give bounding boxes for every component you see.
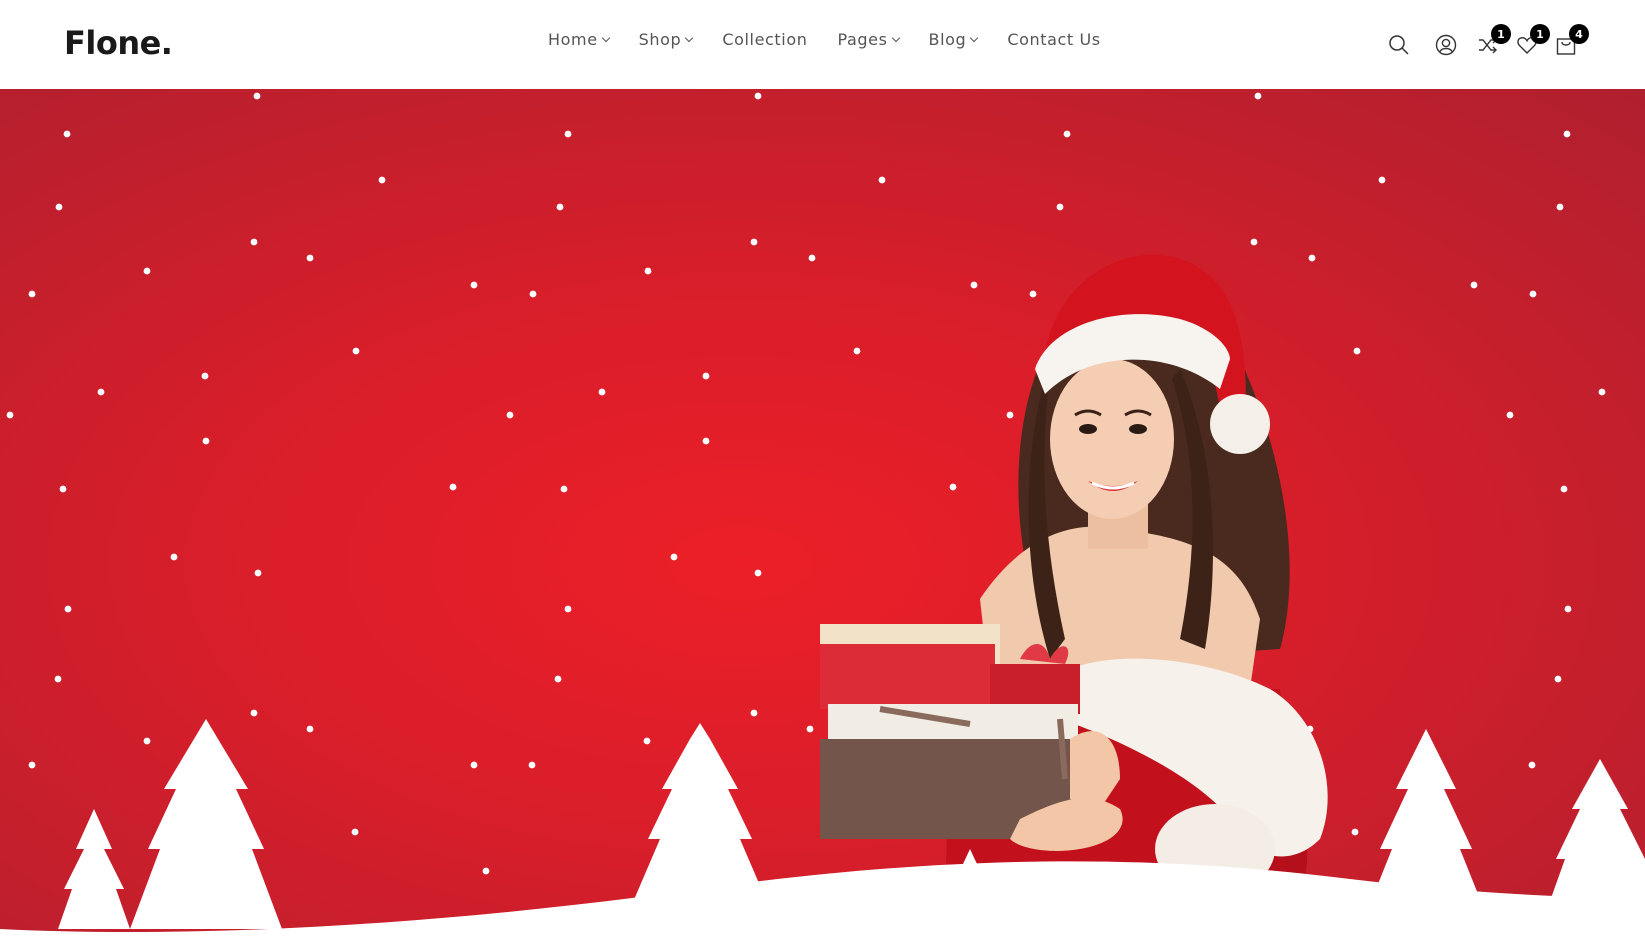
cart-button[interactable]: 4 <box>1553 24 1589 62</box>
search-icon <box>1389 35 1409 55</box>
account-button[interactable] <box>1433 28 1463 62</box>
snowflake-dot <box>750 238 758 246</box>
wishlist-count-badge: 1 <box>1530 24 1550 44</box>
nav-item-contact[interactable]: Contact Us <box>1007 30 1100 49</box>
snowflake-dot <box>754 569 762 577</box>
compare-button[interactable]: 1 <box>1475 24 1511 62</box>
snowflake-dot <box>97 388 105 396</box>
snowflake-dot <box>1063 130 1071 138</box>
snowflake-dot <box>1564 605 1572 613</box>
snowflake-dot <box>1560 485 1568 493</box>
snowflake-dot <box>754 92 762 100</box>
nav-item-collection[interactable]: Collection <box>722 30 807 49</box>
snowflake-dot <box>352 347 360 355</box>
snowflake-dot <box>202 437 210 445</box>
snowflake-dot <box>564 605 572 613</box>
snowflake-dot <box>170 553 178 561</box>
nav-item-label: Contact Us <box>1007 30 1101 49</box>
snowflake-dot <box>564 130 572 138</box>
snowflake-dot <box>1470 281 1478 289</box>
wishlist-button[interactable]: 1 <box>1514 24 1550 62</box>
snowflake-dot <box>254 569 262 577</box>
nav-item-pages[interactable]: Pages <box>837 30 900 49</box>
snowflake-dot <box>201 372 209 380</box>
site-header: Flone. Home Shop Collection Pages Blog C… <box>0 0 1645 89</box>
snowflake-dot <box>702 372 710 380</box>
snowflake-dot <box>670 553 678 561</box>
nav-item-label: Pages <box>837 30 888 49</box>
snowflake-dot <box>1506 411 1514 419</box>
chevron-down-icon <box>685 33 694 43</box>
chevron-down-icon <box>970 33 979 43</box>
cart-count-badge: 4 <box>1569 24 1589 44</box>
snowflake-dot <box>644 267 652 275</box>
nav-item-label: Home <box>548 30 598 49</box>
nav-item-blog[interactable]: Blog <box>928 30 979 49</box>
nav-item-label: Collection <box>722 30 808 49</box>
snowflake-dot <box>378 176 386 184</box>
snowflake-dot <box>808 254 816 262</box>
snowflake-dot <box>1378 176 1386 184</box>
chevron-down-icon <box>601 33 610 43</box>
snowflake-dot <box>1056 203 1064 211</box>
snowflake-dot <box>878 176 886 184</box>
snowflake-dot <box>556 203 564 211</box>
search-button[interactable] <box>1386 28 1416 62</box>
hero-banner <box>0 89 1645 952</box>
snowflake-dot <box>1254 92 1262 100</box>
main-nav: Home Shop Collection Pages Blog Contact … <box>548 30 1131 49</box>
snowflake-dot <box>470 281 478 289</box>
compare-count-badge: 1 <box>1491 24 1511 44</box>
snowflake-dot <box>63 130 71 138</box>
snowflake-dot <box>560 485 568 493</box>
nav-item-label: Blog <box>928 30 967 49</box>
snowflake-dot <box>506 411 514 419</box>
user-icon <box>1435 34 1457 56</box>
snowflake-dot <box>449 483 457 491</box>
snowflake-dot <box>6 411 14 419</box>
snowflake-dot <box>702 437 710 445</box>
snowy-landscape <box>0 719 1645 952</box>
snowflake-dot <box>529 290 537 298</box>
chevron-down-icon <box>891 33 900 43</box>
snowflake-dot <box>28 290 36 298</box>
nav-item-home[interactable]: Home <box>548 30 610 49</box>
nav-item-label: Shop <box>638 30 682 49</box>
snowflake-dot <box>59 485 67 493</box>
snowflake-dot <box>1598 388 1606 396</box>
snowflake-dot <box>253 92 261 100</box>
snowflake-dot <box>55 203 63 211</box>
site-logo[interactable]: Flone. <box>64 24 173 62</box>
snowflake-dot <box>1563 130 1571 138</box>
nav-item-shop[interactable]: Shop <box>638 30 694 49</box>
snowflake-dot <box>1556 203 1564 211</box>
snowflake-dot <box>143 267 151 275</box>
snowflake-dot <box>598 388 606 396</box>
snowflake-dot <box>306 254 314 262</box>
snowflake-dot <box>1529 290 1537 298</box>
snowflake-dot <box>64 605 72 613</box>
header-actions: 1 1 4 <box>1386 24 1589 64</box>
snowflake-dot <box>250 238 258 246</box>
